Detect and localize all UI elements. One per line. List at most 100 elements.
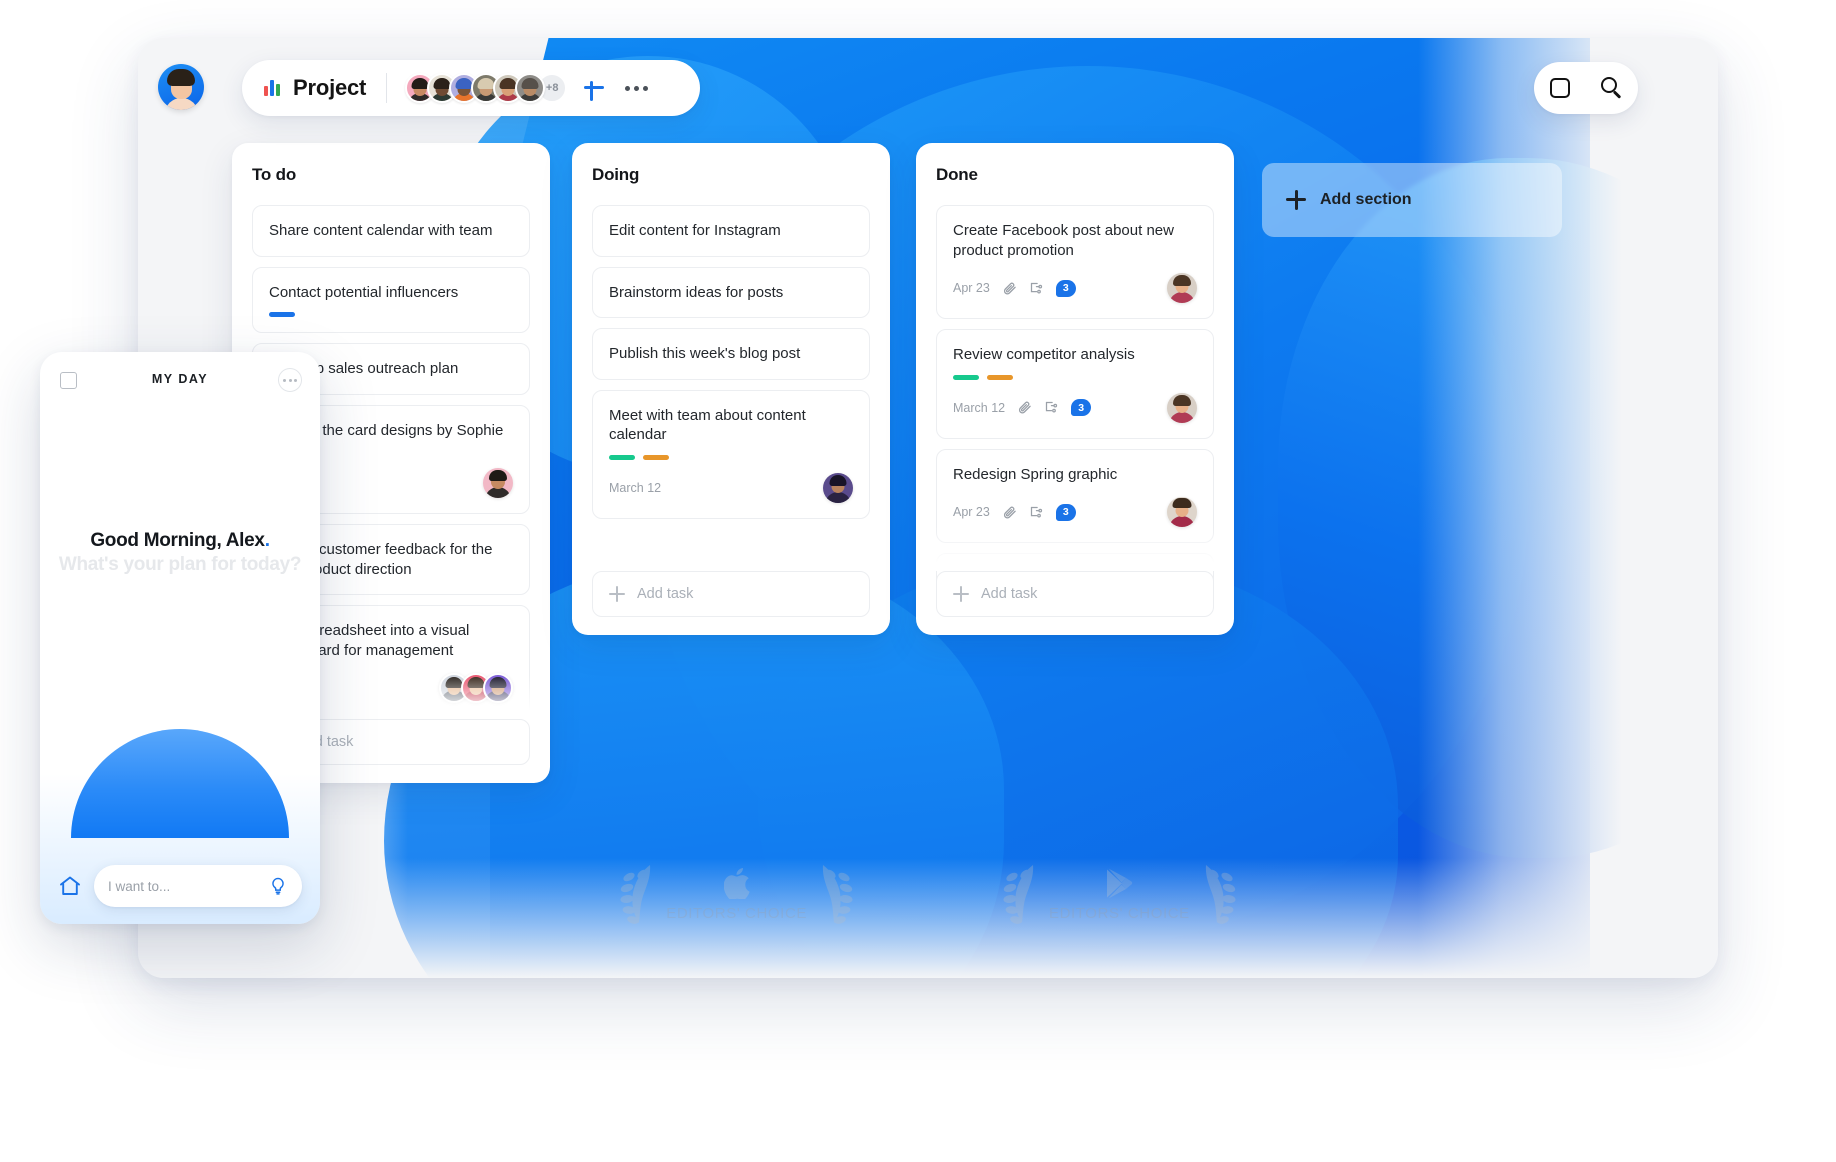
task-card[interactable]: Meet with team about content calendar Ma… bbox=[592, 389, 870, 519]
task-assignee-avatar[interactable] bbox=[1167, 273, 1197, 303]
plus-icon bbox=[1286, 190, 1306, 210]
task-card[interactable]: Create Facebook post about new product p… bbox=[936, 205, 1214, 319]
task-date: March 12 bbox=[609, 480, 662, 495]
task-tags bbox=[269, 312, 513, 317]
task-assignee-avatar[interactable] bbox=[1167, 497, 1197, 527]
greeting-label: Good Morning, Alex bbox=[90, 530, 265, 551]
task-tag bbox=[987, 374, 1013, 380]
award-label: EDITORS' CHOICE bbox=[1049, 904, 1190, 922]
paperclip-icon[interactable] bbox=[1002, 505, 1017, 520]
add-section-label: Add section bbox=[1320, 191, 1412, 208]
task-assignee-avatar[interactable] bbox=[1167, 392, 1197, 423]
square-icon[interactable] bbox=[1549, 78, 1570, 98]
window-controls bbox=[1534, 62, 1638, 114]
award-badge-apple: EDITORS' CHOICE bbox=[620, 861, 853, 927]
bar-chart-icon bbox=[264, 80, 282, 96]
laurel-right-icon bbox=[1205, 865, 1236, 924]
divider bbox=[386, 73, 388, 103]
paperclip-icon[interactable] bbox=[1017, 400, 1032, 415]
top-bar: Project +8 bbox=[138, 38, 1718, 158]
comment-count-badge[interactable]: 3 bbox=[1071, 399, 1092, 416]
task-card[interactable]: Edit content for Instagram bbox=[592, 205, 870, 257]
add-member-plus-icon[interactable] bbox=[581, 75, 607, 101]
laurel-left-icon bbox=[1003, 865, 1034, 924]
paperclip-icon[interactable] bbox=[1002, 281, 1017, 296]
task-tags bbox=[609, 454, 853, 460]
apple-logo-icon bbox=[723, 867, 750, 901]
task-assignee-avatar[interactable] bbox=[483, 673, 513, 703]
home-icon[interactable] bbox=[58, 874, 82, 898]
my-day-input[interactable]: I want to... bbox=[94, 865, 302, 907]
task-title: Redesign Spring graphic bbox=[953, 465, 1118, 483]
project-toolbar: Project +8 bbox=[242, 60, 700, 116]
task-card[interactable]: Publish this week's blog post bbox=[592, 328, 870, 380]
task-date: Apr 23 bbox=[953, 281, 990, 295]
task-title: Create Facebook post about new product p… bbox=[953, 222, 1174, 259]
task-assignee-avatar[interactable] bbox=[823, 472, 853, 503]
board-column-doing: Doing Edit content for Instagram Brainst… bbox=[572, 143, 890, 635]
task-tag bbox=[269, 312, 295, 317]
add-task-label: Add task bbox=[981, 586, 1038, 602]
award-badge-google-play: EDITORS' CHOICE bbox=[1003, 861, 1236, 927]
task-card[interactable]: Share content calendar with team bbox=[252, 205, 530, 257]
task-title: Review competitor analysis bbox=[953, 346, 1135, 363]
board-column-done: Done Create Facebook post about new prod… bbox=[916, 143, 1234, 635]
google-play-icon bbox=[1105, 867, 1133, 901]
task-title: Brainstorm ideas for posts bbox=[609, 283, 784, 301]
sun-illustration bbox=[71, 729, 289, 838]
column-title: Done bbox=[936, 165, 978, 184]
task-tag bbox=[643, 454, 669, 460]
laurel-left-icon bbox=[620, 865, 651, 924]
task-card[interactable]: Brainstorm ideas for posts bbox=[592, 266, 870, 318]
add-task-button-doing[interactable]: Add task bbox=[592, 571, 870, 617]
search-icon[interactable] bbox=[1600, 77, 1623, 99]
avatar-body bbox=[165, 98, 198, 110]
task-date: Apr 23 bbox=[953, 505, 990, 519]
task-date: March 12 bbox=[953, 400, 1006, 415]
task-assignee-group[interactable] bbox=[439, 673, 513, 703]
award-content: EDITORS' CHOICE bbox=[1049, 867, 1190, 922]
subtask-icon[interactable] bbox=[1029, 505, 1044, 520]
laurel-right-icon bbox=[822, 865, 853, 924]
comment-count-badge[interactable]: 3 bbox=[1055, 279, 1076, 297]
plus-icon bbox=[609, 586, 625, 602]
award-label: EDITORS' CHOICE bbox=[666, 904, 807, 922]
greeting-text: Good Morning, Alex. bbox=[40, 530, 320, 552]
my-day-bottom-bar: I want to... bbox=[40, 848, 320, 924]
task-tag bbox=[953, 374, 979, 380]
subgreeting-text: What's your plan for today? bbox=[58, 554, 302, 575]
task-title: Share content calendar with team bbox=[269, 222, 493, 239]
task-meta: Apr 23 3 bbox=[953, 273, 1197, 303]
subtask-icon[interactable] bbox=[1044, 400, 1059, 415]
column-title: Doing bbox=[592, 165, 640, 184]
app-window: Project +8 To do Share content calendar … bbox=[138, 38, 1718, 978]
avatar[interactable] bbox=[158, 64, 204, 110]
more-horizontal-icon[interactable] bbox=[625, 85, 649, 91]
task-assignee-avatar[interactable] bbox=[483, 468, 513, 498]
greeting-dot: . bbox=[264, 530, 270, 551]
add-task-button-done[interactable]: Add task bbox=[936, 571, 1214, 617]
awards-strip: EDITORS' CHOICE EDITORS' CHOICE bbox=[138, 854, 1718, 934]
more-horizontal-icon[interactable] bbox=[278, 368, 302, 392]
task-title: Contact potential influencers bbox=[269, 283, 459, 301]
input-placeholder: I want to... bbox=[108, 878, 171, 894]
member-avatar[interactable] bbox=[515, 73, 546, 103]
add-task-label: Add task bbox=[637, 586, 694, 602]
task-card[interactable]: Redesign Spring graphic Apr 23 3 bbox=[936, 448, 1214, 543]
my-day-header: MY DAY bbox=[40, 352, 320, 410]
add-section-button[interactable]: Add section bbox=[1262, 163, 1562, 237]
task-meta: March 12 3 bbox=[953, 392, 1197, 423]
my-day-panel: MY DAY Good Morning, Alex. What's your p… bbox=[40, 352, 320, 924]
task-meta: March 12 bbox=[609, 472, 853, 503]
subtask-icon[interactable] bbox=[1029, 281, 1044, 296]
task-tags bbox=[953, 374, 1197, 380]
plus-icon bbox=[953, 586, 969, 602]
page-title: Project bbox=[293, 75, 367, 100]
lightbulb-icon[interactable] bbox=[268, 876, 288, 896]
member-avatar-group[interactable]: +8 bbox=[405, 73, 568, 103]
column-title: To do bbox=[252, 165, 296, 184]
comment-count-badge[interactable]: 3 bbox=[1055, 503, 1076, 521]
task-card[interactable]: Contact potential influencers bbox=[252, 266, 530, 333]
task-card[interactable]: Review competitor analysis March 12 3 bbox=[936, 329, 1214, 439]
task-title: Publish this week's blog post bbox=[609, 345, 801, 362]
